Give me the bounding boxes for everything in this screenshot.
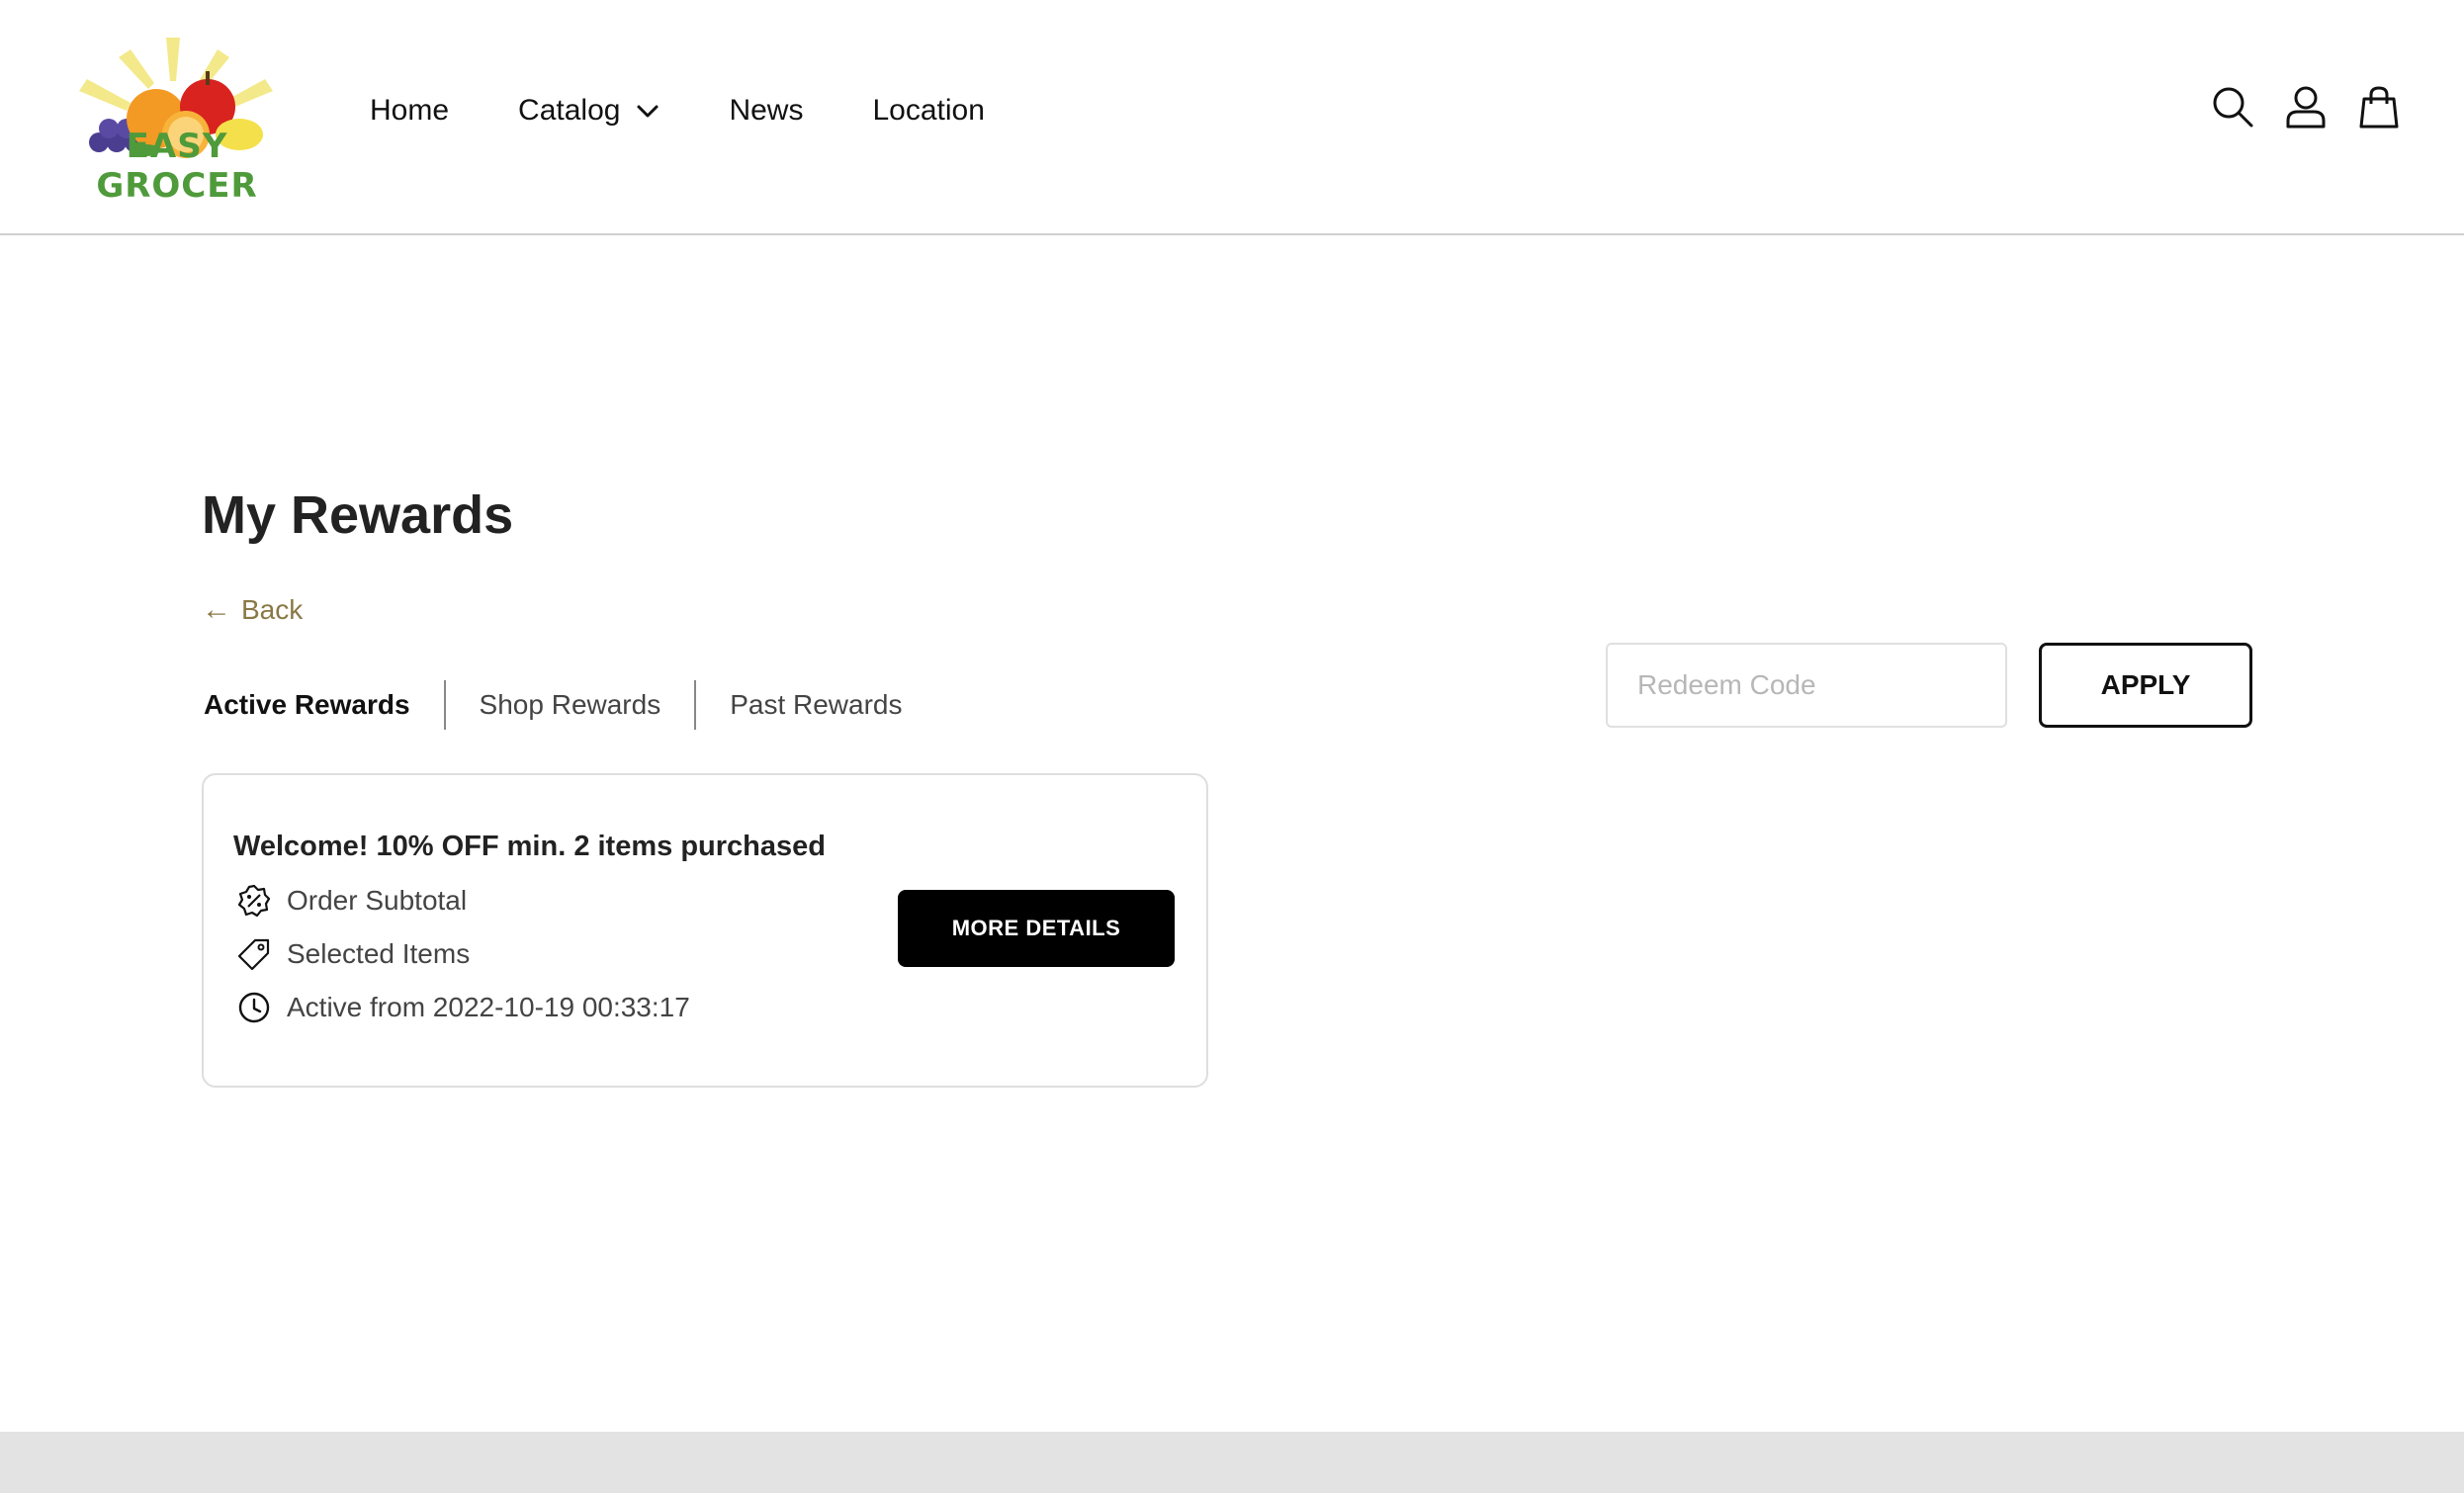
reward-scope: Order Subtotal	[287, 885, 468, 916]
reward-applies-to: Selected Items	[287, 938, 471, 969]
tab-shop-rewards[interactable]: Shop Rewards	[478, 689, 663, 721]
clock-icon	[237, 991, 271, 1024]
cart-icon	[2359, 86, 2399, 129]
footer-band	[0, 1432, 2464, 1493]
logo[interactable]: EASY GROCER	[59, 32, 293, 206]
nav-news[interactable]: News	[729, 94, 803, 128]
header-actions	[2181, 85, 2401, 129]
site-header: EASY GROCER Home Catalog News Location	[0, 0, 2464, 235]
back-label: Back	[241, 594, 304, 625]
reward-applies-row: Selected Items	[237, 937, 470, 971]
apply-button[interactable]: APPLY	[2039, 643, 2252, 728]
account-icon	[2286, 86, 2326, 129]
back-link[interactable]: ← Back	[202, 593, 303, 627]
search-icon	[2213, 87, 2253, 128]
nav-location[interactable]: Location	[872, 94, 984, 128]
nav-catalog-label: Catalog	[518, 94, 621, 127]
tag-icon	[237, 937, 271, 971]
tab-divider	[694, 680, 697, 730]
reward-card: Welcome! 10% OFF min. 2 items purchased …	[202, 773, 1208, 1088]
reward-date-row: Active from 2022-10-19 00:33:17	[237, 991, 690, 1024]
page-title: My Rewards	[202, 485, 514, 545]
discount-badge-icon	[237, 884, 271, 918]
arrow-left-icon: ←	[202, 593, 231, 626]
redeem-code-input[interactable]	[1606, 643, 2007, 728]
reward-active-from: Active from 2022-10-19 00:33:17	[287, 992, 690, 1022]
nav-location-label: Location	[872, 94, 985, 127]
tab-past-rewards[interactable]: Past Rewards	[728, 689, 904, 721]
logo-text: EASY GROCER	[96, 127, 258, 206]
reward-scope-row: Order Subtotal	[237, 884, 467, 918]
reward-title: Welcome! 10% OFF min. 2 items purchased	[233, 831, 826, 862]
nav-news-label: News	[729, 94, 804, 127]
tab-active-rewards[interactable]: Active Rewards	[202, 689, 412, 721]
nav-home[interactable]: Home	[370, 94, 449, 128]
tab-divider	[443, 680, 446, 730]
chevron-down-icon	[637, 105, 659, 118]
more-details-button[interactable]: MORE DETAILS	[898, 890, 1175, 967]
nav-home-label: Home	[370, 94, 450, 127]
rewards-tabs: Active Rewards Shop Rewards Past Rewards	[202, 680, 905, 730]
nav-catalog[interactable]: Catalog	[518, 94, 660, 128]
account-button[interactable]	[2284, 85, 2328, 129]
cart-button[interactable]	[2357, 85, 2401, 129]
main-nav: Home Catalog News Location	[370, 89, 1054, 132]
search-button[interactable]	[2211, 85, 2254, 129]
